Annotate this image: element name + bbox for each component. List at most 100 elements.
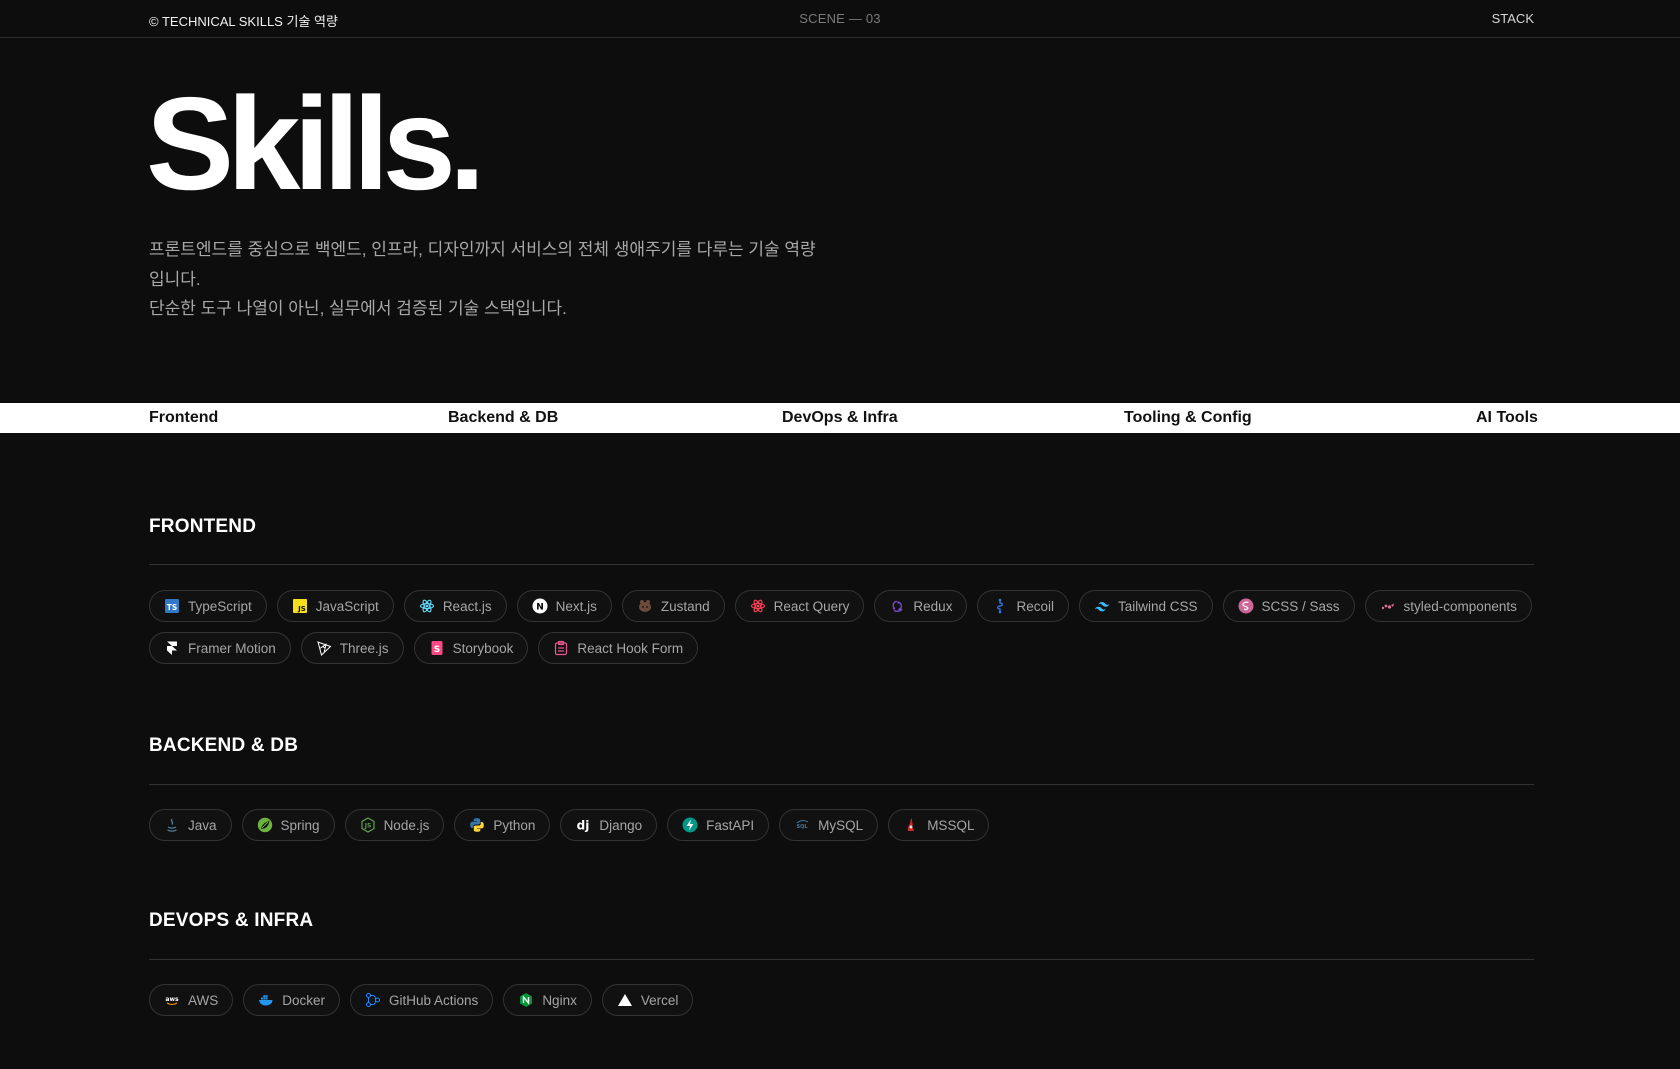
skill-label: Vercel bbox=[640, 992, 679, 1008]
skill-chip-spring[interactable]: Spring bbox=[241, 809, 335, 841]
skill-chip-aws[interactable]: aws AWS bbox=[149, 984, 234, 1016]
skill-chip-nginx[interactable]: Nginx bbox=[503, 984, 592, 1016]
skill-label: GitHub Actions bbox=[389, 992, 479, 1008]
skill-label: FastAPI bbox=[706, 817, 755, 833]
skill-chip-framer-motion[interactable]: Framer Motion bbox=[149, 632, 291, 664]
skill-chip-three-js[interactable]: Three.js bbox=[300, 632, 404, 664]
skill-label: Java bbox=[188, 817, 217, 833]
skill-chip-mssql[interactable]: MSSQL bbox=[888, 809, 990, 841]
skill-label: Tailwind CSS bbox=[1117, 598, 1198, 614]
description-line: 프론트엔드를 중심으로 백엔드, 인프라, 디자인까지 서비스의 전체 생애주기… bbox=[149, 240, 816, 259]
skill-label: TypeScript bbox=[188, 598, 252, 614]
skill-chip-scss-sass[interactable]: SCSS / Sass bbox=[1222, 590, 1355, 622]
skill-chip-mysql[interactable]: SQL MySQL bbox=[779, 809, 879, 841]
skill-chip-react-js[interactable]: React.js bbox=[403, 590, 507, 622]
docker-icon bbox=[258, 992, 274, 1008]
svg-text:JS: JS bbox=[363, 823, 371, 830]
tab-ai-tools[interactable]: AI Tools bbox=[1476, 409, 1538, 427]
skill-chip-next-js[interactable]: N Next.js bbox=[516, 590, 612, 622]
skill-chip-javascript[interactable]: JS JavaScript bbox=[276, 590, 394, 622]
skill-chip-tailwind-css[interactable]: Tailwind CSS bbox=[1078, 590, 1213, 622]
java-icon bbox=[164, 817, 180, 833]
backend-skill-list: Java Spring JS Node.js Python dj Django FastAPI… bbox=[149, 809, 1549, 841]
nodejs-icon: JS bbox=[360, 817, 376, 833]
styled-components-icon bbox=[1380, 598, 1396, 614]
tab-frontend[interactable]: Frontend bbox=[149, 409, 218, 427]
frontend-skill-list: TS TypeScript JS JavaScript React.js N Next.js… bbox=[149, 590, 1549, 664]
skill-label: Spring bbox=[280, 817, 320, 833]
svg-text:N: N bbox=[536, 603, 544, 613]
skill-label: AWS bbox=[188, 992, 219, 1008]
python-icon bbox=[469, 817, 485, 833]
hero-description: 프론트엔드를 중심으로 백엔드, 인프라, 디자인까지 서비스의 전체 생애주기… bbox=[149, 235, 849, 324]
skill-label: Recoil bbox=[1016, 598, 1054, 614]
skill-label: Nginx bbox=[542, 992, 577, 1008]
skill-label: Framer Motion bbox=[188, 640, 276, 656]
tailwind-icon bbox=[1094, 598, 1110, 614]
framer-icon bbox=[164, 640, 180, 656]
skill-label: Zustand bbox=[660, 598, 710, 614]
svg-text:dj: dj bbox=[577, 819, 590, 833]
skill-chip-storybook[interactable]: S Storybook bbox=[413, 632, 529, 664]
skill-label: React Query bbox=[773, 598, 850, 614]
skill-label: Next.js bbox=[555, 598, 597, 614]
description-line: 단순한 도구 나열이 아닌, 실무에서 검증된 기술 스택입니다. bbox=[149, 299, 567, 318]
svg-text:TS: TS bbox=[167, 603, 178, 612]
redux-icon bbox=[889, 598, 905, 614]
section-divider bbox=[149, 959, 1534, 960]
github-actions-icon bbox=[365, 992, 381, 1008]
stack-link[interactable]: STACK bbox=[1492, 11, 1534, 26]
mssql-icon bbox=[903, 817, 919, 833]
skill-chip-redux[interactable]: Redux bbox=[874, 590, 968, 622]
page-title: Skills. bbox=[146, 70, 486, 217]
skill-chip-django[interactable]: dj Django bbox=[560, 809, 658, 841]
react-icon bbox=[419, 598, 435, 614]
zustand-icon bbox=[637, 598, 653, 614]
svg-text:S: S bbox=[433, 645, 439, 655]
fastapi-icon bbox=[682, 817, 698, 833]
tab-tooling-config[interactable]: Tooling & Config bbox=[1124, 409, 1252, 427]
skill-label: React.js bbox=[442, 598, 492, 614]
skill-chip-vercel[interactable]: Vercel bbox=[601, 984, 694, 1016]
svg-text:aws: aws bbox=[165, 996, 179, 1003]
recoil-icon bbox=[992, 598, 1008, 614]
skill-chip-node-js[interactable]: JS Node.js bbox=[344, 809, 445, 841]
skill-chip-zustand[interactable]: Zustand bbox=[621, 590, 725, 622]
section-divider bbox=[149, 564, 1534, 565]
sass-icon bbox=[1238, 598, 1254, 614]
storybook-icon: S bbox=[429, 640, 445, 656]
category-tab-bar: Frontend Backend & DB DevOps & Infra Too… bbox=[0, 403, 1680, 433]
javascript-icon: JS bbox=[292, 598, 308, 614]
skill-label: MySQL bbox=[818, 817, 864, 833]
section-divider bbox=[149, 784, 1534, 785]
skill-chip-typescript[interactable]: TS TypeScript bbox=[149, 590, 267, 622]
skill-label: Redux bbox=[913, 598, 953, 614]
description-line: 입니다. bbox=[149, 269, 201, 289]
devops-skill-list: aws AWS Docker GitHub Actions Nginx Vercel bbox=[149, 984, 1549, 1016]
skill-label: SCSS / Sass bbox=[1261, 598, 1340, 614]
skill-chip-react-query[interactable]: React Query bbox=[734, 590, 865, 622]
skill-chip-docker[interactable]: Docker bbox=[243, 984, 341, 1016]
skill-chip-fastapi[interactable]: FastAPI bbox=[667, 809, 770, 841]
tab-backend-db[interactable]: Backend & DB bbox=[448, 409, 558, 427]
vercel-icon bbox=[617, 992, 633, 1008]
django-icon: dj bbox=[575, 817, 591, 833]
skill-label: Three.js bbox=[339, 640, 389, 656]
skill-label: Storybook bbox=[452, 640, 514, 656]
skill-label: Python bbox=[493, 817, 536, 833]
mysql-icon: SQL bbox=[794, 817, 810, 833]
skill-chip-recoil[interactable]: Recoil bbox=[977, 590, 1069, 622]
spring-icon bbox=[257, 817, 273, 833]
skill-chip-java[interactable]: Java bbox=[149, 809, 232, 841]
skill-label: React Hook Form bbox=[577, 640, 684, 656]
nginx-icon bbox=[518, 992, 534, 1008]
skill-chip-python[interactable]: Python bbox=[454, 809, 551, 841]
skill-chip-github-actions[interactable]: GitHub Actions bbox=[350, 984, 494, 1016]
skill-chip-styled-components[interactable]: styled-components bbox=[1364, 590, 1532, 622]
tab-devops-infra[interactable]: DevOps & Infra bbox=[782, 409, 898, 427]
svg-text:JS: JS bbox=[297, 605, 306, 613]
nextjs-icon: N bbox=[532, 598, 548, 614]
skill-label: JavaScript bbox=[315, 598, 379, 614]
react-hook-form-icon bbox=[553, 640, 569, 656]
skill-chip-react-hook-form[interactable]: React Hook Form bbox=[538, 632, 699, 664]
